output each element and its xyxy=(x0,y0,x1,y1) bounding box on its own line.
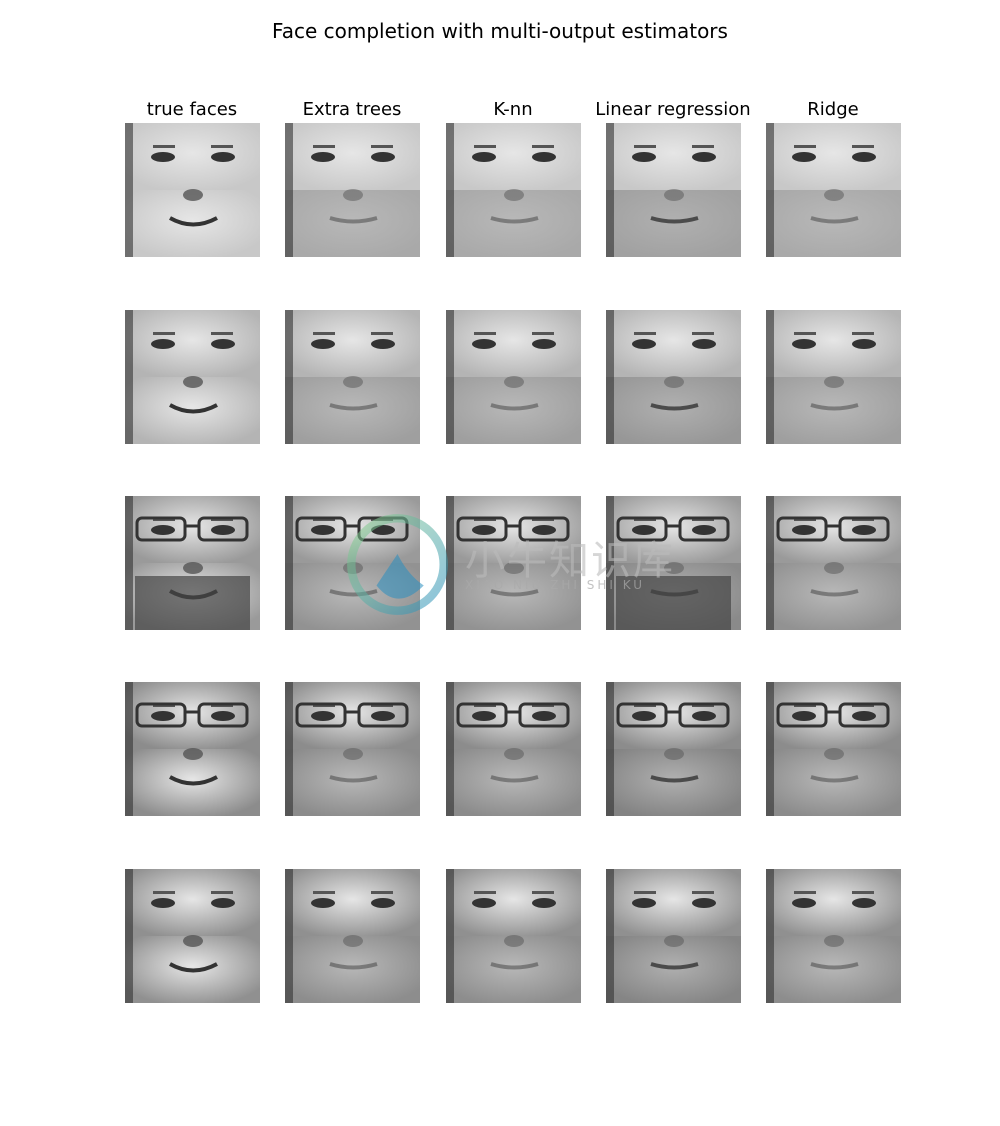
true-face-image xyxy=(125,310,260,444)
predicted-face-image xyxy=(606,682,741,816)
watermark-subtext: XIAO NIU ZHI SHI KU xyxy=(465,578,646,592)
predicted-face-image xyxy=(606,869,741,1003)
predicted-face-image xyxy=(446,310,581,444)
predicted-face-image xyxy=(446,123,581,257)
predicted-face-image xyxy=(446,682,581,816)
predicted-face-image xyxy=(285,496,420,630)
predicted-face-image xyxy=(766,310,901,444)
predicted-face-image xyxy=(285,310,420,444)
predicted-face-image xyxy=(285,869,420,1003)
true-face-image xyxy=(125,869,260,1003)
true-face-image xyxy=(125,123,260,257)
predicted-face-image xyxy=(606,310,741,444)
predicted-face-image xyxy=(446,869,581,1003)
true-face-image xyxy=(125,682,260,816)
predicted-face-image xyxy=(606,123,741,257)
predicted-face-image xyxy=(285,682,420,816)
predicted-face-image xyxy=(766,682,901,816)
predicted-face-image xyxy=(285,123,420,257)
predicted-face-image xyxy=(766,123,901,257)
true-face-image xyxy=(125,496,260,630)
predicted-face-image xyxy=(766,869,901,1003)
column-title: Ridge xyxy=(807,99,859,120)
figure-title: Face completion with multi-output estima… xyxy=(272,19,728,43)
predicted-face-image xyxy=(766,496,901,630)
